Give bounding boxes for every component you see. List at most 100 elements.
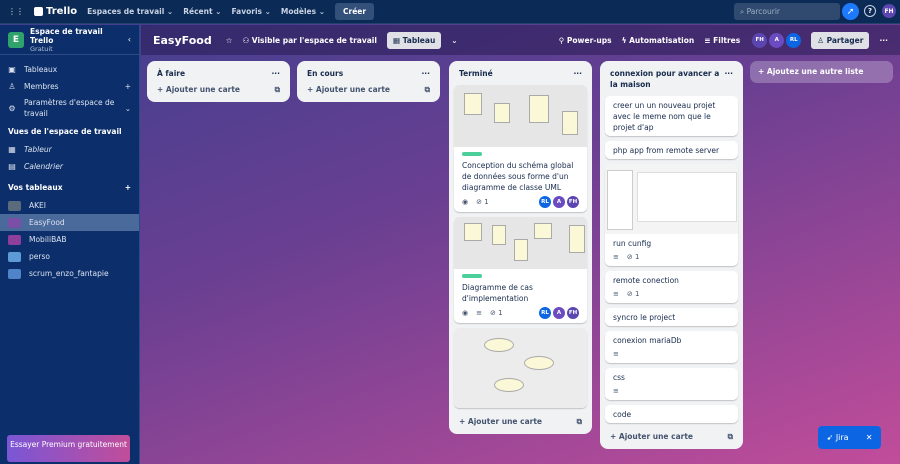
add-card-button[interactable]: + Ajouter une carte ⧉ bbox=[152, 85, 285, 102]
attachment-icon: ⊘ 1 bbox=[489, 309, 503, 317]
close-icon[interactable]: ✕ bbox=[866, 433, 873, 442]
list-menu-icon[interactable]: ··· bbox=[271, 68, 280, 79]
collapse-sidebar-icon[interactable]: ‹ bbox=[128, 35, 131, 44]
description-icon: ≡ bbox=[613, 387, 619, 395]
board-title[interactable]: EasyFood bbox=[153, 34, 212, 47]
card-cover-image bbox=[454, 217, 587, 269]
card-title: php app from remote server bbox=[613, 146, 720, 155]
jira-widget[interactable]: ➹ Jira ✕ bbox=[818, 426, 881, 449]
board-members[interactable]: FH A RL bbox=[750, 32, 802, 48]
powerups-button[interactable]: ⚲ Power-ups bbox=[559, 36, 612, 45]
list-title[interactable]: En cours bbox=[307, 68, 343, 79]
template-icon[interactable]: ⧉ bbox=[728, 432, 733, 442]
template-icon[interactable]: ⧉ bbox=[275, 85, 280, 95]
sidebar-board-perso[interactable]: perso bbox=[0, 248, 139, 265]
card[interactable]: Conception du schéma global de données s… bbox=[454, 85, 587, 212]
nav-workspaces[interactable]: Espaces de travail ⌄ bbox=[87, 7, 173, 16]
help-icon[interactable]: ? bbox=[864, 5, 876, 17]
card[interactable]: Diagramme de cas d'implementation ◉ ≡ ⊘ 1 … bbox=[454, 217, 587, 323]
search-input[interactable]: ⌕ Parcourir bbox=[734, 3, 840, 20]
card[interactable]: run cunfig ≡ ⊘ 1 bbox=[605, 164, 738, 266]
user-avatar[interactable]: FH bbox=[882, 4, 896, 18]
card[interactable]: conexion mariaDb ≡ bbox=[605, 331, 738, 363]
member-avatar[interactable]: FH bbox=[567, 307, 579, 319]
add-card-button[interactable]: + Ajouter une carte ⧉ bbox=[302, 85, 435, 102]
watch-icon: ◉ bbox=[462, 198, 469, 206]
view-tableau-button[interactable]: ▦ Tableau bbox=[386, 31, 442, 49]
add-board-icon[interactable]: + bbox=[125, 183, 131, 192]
apps-grid-icon[interactable]: ⋮⋮ bbox=[8, 7, 24, 16]
member-avatar[interactable]: A bbox=[553, 307, 565, 319]
list-menu-icon[interactable]: ··· bbox=[724, 68, 733, 90]
card-title: Diagramme de cas d'implementation bbox=[462, 283, 533, 303]
add-card-button[interactable]: + Ajouter une carte ⧉ bbox=[454, 413, 587, 434]
create-button[interactable]: Créer bbox=[335, 3, 375, 20]
description-icon: ≡ bbox=[476, 309, 482, 317]
trello-logo[interactable]: Trello bbox=[34, 6, 77, 17]
workspace-logo: E bbox=[8, 31, 24, 48]
sidebar-item-members[interactable]: ♙ Membres + bbox=[0, 78, 139, 95]
calendar-icon: ▤ bbox=[8, 162, 16, 171]
template-icon[interactable]: ⧉ bbox=[577, 417, 582, 427]
member-avatar[interactable]: RL bbox=[539, 307, 551, 319]
card[interactable]: php app from remote server bbox=[605, 141, 738, 159]
card-cover-image bbox=[605, 164, 738, 234]
card-title: syncro le project bbox=[613, 313, 676, 322]
board-icon: ▣ bbox=[8, 65, 16, 74]
visibility-button[interactable]: ⚇ Visible par l'espace de travail bbox=[242, 36, 377, 45]
list-title[interactable]: À faire bbox=[157, 68, 185, 79]
board-header: EasyFood ☆ ⚇ Visible par l'espace de tra… bbox=[141, 25, 900, 55]
member-avatar[interactable]: A bbox=[769, 32, 785, 48]
card[interactable]: creer un un nouveau projet avec le meme … bbox=[605, 96, 738, 136]
jira-button[interactable]: ➹ Jira bbox=[827, 433, 849, 442]
premium-trial-button[interactable]: Essayer Premium gratuitement bbox=[7, 435, 130, 462]
member-avatar[interactable]: A bbox=[553, 196, 565, 208]
card[interactable]: remote conection ≡ ⊘ 1 bbox=[605, 271, 738, 303]
views-chevron-icon[interactable]: ⌄ bbox=[451, 36, 457, 45]
list-menu-icon[interactable]: ··· bbox=[421, 68, 430, 79]
gear-icon: ⚙ bbox=[8, 103, 16, 113]
more-icon[interactable]: ··· bbox=[879, 36, 888, 45]
add-card-button[interactable]: + Ajouter une carte ⧉ bbox=[605, 428, 738, 449]
list-cards: creer un un nouveau projet avec le meme … bbox=[605, 96, 738, 423]
member-avatar[interactable]: FH bbox=[752, 32, 768, 48]
description-icon: ≡ bbox=[613, 290, 619, 298]
sidebar-item-settings[interactable]: ⚙ Paramètres d'espace de travail ⌄ bbox=[0, 95, 139, 121]
sidebar-view-calendar[interactable]: ▤ Calendrier bbox=[0, 158, 139, 175]
board-thumbnail bbox=[8, 268, 21, 279]
card[interactable]: syncro le project bbox=[605, 308, 738, 326]
filters-button[interactable]: ≡ Filtres bbox=[704, 36, 740, 45]
card[interactable]: css ≡ bbox=[605, 368, 738, 400]
share-button[interactable]: ♙ Partager bbox=[811, 31, 870, 49]
star-icon[interactable]: ☆ bbox=[226, 36, 233, 45]
card[interactable] bbox=[454, 328, 587, 408]
list-menu-icon[interactable]: ··· bbox=[573, 68, 582, 79]
workspace-name: Espace de travail Trello bbox=[30, 26, 103, 45]
sidebar-item-boards[interactable]: ▣ Tableaux bbox=[0, 61, 139, 78]
list-title[interactable]: Terminé bbox=[459, 68, 493, 79]
member-avatar[interactable]: FH bbox=[567, 196, 579, 208]
sidebar-board-easyfood[interactable]: EasyFood bbox=[0, 214, 139, 231]
member-avatar[interactable]: RL bbox=[786, 32, 802, 48]
sidebar-board-scrum[interactable]: scrum_enzo_fantapie bbox=[0, 265, 139, 282]
member-avatar[interactable]: RL bbox=[539, 196, 551, 208]
template-icon[interactable]: ⧉ bbox=[425, 85, 430, 95]
card[interactable]: code bbox=[605, 405, 738, 423]
board-thumbnail bbox=[8, 234, 21, 245]
sidebar-view-table[interactable]: ▦ Tableur bbox=[0, 141, 139, 158]
rocket-icon[interactable]: ➚ bbox=[842, 3, 859, 20]
list-termine: Terminé ··· Conception du schéma global d… bbox=[449, 61, 592, 434]
description-icon: ≡ bbox=[613, 253, 619, 261]
nav-recent[interactable]: Récent ⌄ bbox=[183, 7, 221, 16]
automation-button[interactable]: ϟ Automatisation bbox=[622, 36, 695, 45]
add-member-icon[interactable]: + bbox=[125, 82, 131, 91]
nav-favorites[interactable]: Favoris ⌄ bbox=[231, 7, 270, 16]
sidebar-board-mobilibab[interactable]: MobiliBAB bbox=[0, 231, 139, 248]
chevron-down-icon: ⌄ bbox=[124, 103, 131, 113]
board-thumbnail bbox=[8, 217, 21, 228]
list-title[interactable]: connexion pour avancer a la maison bbox=[610, 68, 724, 90]
nav-templates[interactable]: Modèles ⌄ bbox=[281, 7, 325, 16]
card-title: code bbox=[613, 410, 632, 419]
sidebar-board-akei[interactable]: AKEI bbox=[0, 197, 139, 214]
add-list-button[interactable]: + Ajoutez une autre liste bbox=[750, 61, 893, 83]
